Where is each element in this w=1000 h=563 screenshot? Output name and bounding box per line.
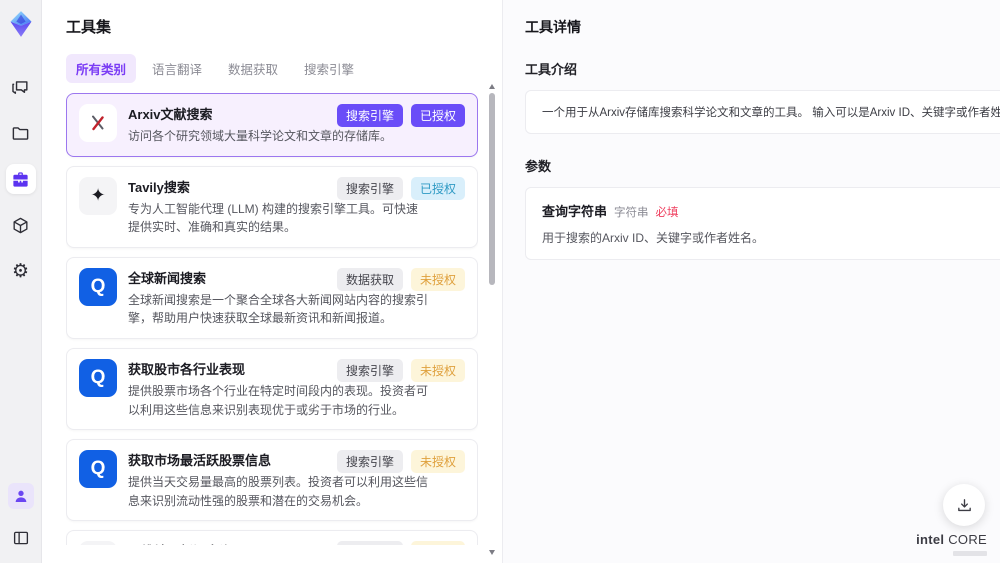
package-icon[interactable] — [6, 210, 36, 240]
param-name: 查询字符串 — [542, 204, 608, 219]
stock-sector-logo-icon: Q — [79, 358, 117, 397]
category-tag: 搜索引擎 — [336, 176, 403, 200]
tool-tags: 搜索引擎 未授权 — [336, 450, 465, 474]
param-description: 用于搜索的Arxiv ID、关键字或作者姓名。 — [542, 231, 765, 245]
news-search-logo-icon: Q — [79, 267, 117, 306]
auth-status-tag: 未授权 — [410, 267, 465, 291]
brand-subtext-bar — [953, 551, 987, 556]
intel-core-logo: intel CORE — [916, 532, 987, 556]
tool-description: 提供当天交易量最高的股票列表。投资者可以利用这些信息来识别流动性强的股票和潜在的… — [128, 475, 429, 508]
auth-status-tag: 未授权 — [410, 541, 465, 545]
tool-tags: 搜索引擎 已授权 — [336, 176, 465, 200]
tool-tags: 搜索引擎 未授权 — [336, 541, 465, 545]
arxiv-logo-icon — [79, 104, 117, 142]
region-news-logo-icon — [79, 541, 117, 545]
tool-details-panel: 工具详情 工具介绍 一个用于从Arxiv存储库搜索科学论文和文章的工具。 输入可… — [502, 0, 1000, 563]
tool-description: 全球新闻搜索是一个聚合全球各大新闻网站内容的搜索引擎，帮助用户快速获取全球最新资… — [128, 292, 429, 326]
app-logo-icon — [7, 10, 35, 38]
tool-card-arxiv[interactable]: Arxiv文献搜索 访问各个研究领域大量科学论文和文章的存储库。 搜索引擎 已授… — [66, 93, 478, 157]
folder-icon[interactable] — [6, 118, 36, 148]
page-title: 工具集 — [66, 19, 112, 36]
collapse-panel-icon[interactable] — [6, 523, 36, 553]
params-heading: 参数 — [525, 159, 552, 174]
category-tag: 搜索引擎 — [336, 541, 403, 545]
chat-icon[interactable] — [6, 72, 36, 102]
tool-list: Arxiv文献搜索 访问各个研究领域大量科学论文和文章的存储库。 搜索引擎 已授… — [66, 93, 478, 545]
tool-tags: 搜索引擎 未授权 — [336, 358, 465, 382]
icon-rail: ⚙ — [0, 0, 42, 563]
tool-card-stock-sectors[interactable]: Q 获取股市各行业表现 提供股票市场各个行业在特定时间段内的表现。投资者可以利用… — [66, 347, 478, 431]
param-type: 字符串 — [614, 207, 649, 219]
scroll-up-arrow[interactable] — [489, 84, 495, 89]
tavily-logo-icon: ✦ — [79, 176, 117, 215]
tab-search-engine[interactable]: 搜索引擎 — [294, 54, 364, 83]
tool-tags: 数据获取 未授权 — [336, 267, 465, 291]
tab-language-translation[interactable]: 语言翻译 — [142, 54, 212, 83]
settings-gear-icon[interactable]: ⚙ — [6, 256, 36, 286]
scrollbar-thumb[interactable] — [489, 93, 495, 285]
app-window: ⚙ 工具集 所有类别 语言翻译 数据获取 搜索引擎 Arxiv文献搜索 访问各个… — [0, 0, 1000, 563]
param-required-badge: 必填 — [655, 207, 679, 219]
toolbox-icon[interactable] — [5, 164, 36, 194]
list-scrollbar[interactable] — [488, 84, 496, 555]
tool-description: 提供股票市场各个行业在特定时间段内的表现。投资者可以利用这些信息来识别表现优于或… — [128, 383, 429, 417]
category-tag: 搜索引擎 — [336, 450, 403, 474]
scroll-down-arrow[interactable] — [489, 550, 495, 555]
intro-text: 一个用于从Arxiv存储库搜索科学论文和文章的工具。 输入可以是Arxiv ID… — [542, 107, 1000, 119]
details-title: 工具详情 — [525, 19, 581, 35]
auth-status-tag: 已授权 — [410, 104, 465, 127]
category-tag: 搜索引擎 — [336, 104, 403, 127]
brand-core-text: CORE — [948, 532, 987, 547]
download-button[interactable] — [943, 484, 985, 526]
category-tag: 搜索引擎 — [336, 358, 403, 382]
param-card: 查询字符串 字符串 必填 用于搜索的Arxiv ID、关键字或作者姓名。 — [525, 187, 1000, 260]
auth-status-tag: 未授权 — [410, 358, 465, 382]
intro-heading: 工具介绍 — [525, 62, 578, 77]
tool-description: 访问各个研究领域大量科学论文和文章的存储库。 — [128, 129, 393, 143]
auth-status-tag: 未授权 — [410, 450, 465, 474]
category-tag: 数据获取 — [336, 267, 403, 291]
tab-data-fetch[interactable]: 数据获取 — [218, 54, 288, 83]
tool-card-global-news[interactable]: Q 全球新闻搜索 全球新闻搜索是一个聚合全球各大新闻网站内容的搜索引擎，帮助用户… — [66, 256, 478, 339]
tool-card-active-stocks[interactable]: Q 获取市场最活跃股票信息 提供当天交易量最高的股票列表。投资者可以利用这些信息… — [66, 439, 478, 522]
tool-tags: 搜索引擎 已授权 — [336, 104, 465, 127]
tab-all-categories[interactable]: 所有类别 — [66, 54, 137, 83]
rail-nav: ⚙ — [5, 72, 36, 286]
active-stocks-logo-icon: Q — [79, 450, 117, 489]
intro-card: 一个用于从Arxiv存储库搜索科学论文和文章的工具。 输入可以是Arxiv ID… — [525, 90, 1000, 134]
user-avatar-icon[interactable] — [7, 483, 34, 509]
tool-description: 专为人工智能代理 (LLM) 构建的搜索引擎工具。可快速提供实时、准确和真实的结… — [128, 201, 419, 235]
tool-card-tavily[interactable]: ✦ Tavily搜索 专为人工智能代理 (LLM) 构建的搜索引擎工具。可快速提… — [66, 165, 478, 248]
category-tabs: 所有类别 语言翻译 数据获取 搜索引擎 — [66, 54, 502, 83]
brand-intel-text: intel — [916, 532, 945, 547]
auth-status-tag: 已授权 — [410, 176, 465, 200]
tool-list-panel: 工具集 所有类别 语言翻译 数据获取 搜索引擎 Arxiv文献搜索 访问各个研究… — [42, 0, 502, 563]
tool-card-region-news[interactable]: 万维地区新闻查询 查询具体行政区划内的新闻，快速了解各地新闻动 搜索引擎 未授权 — [66, 530, 478, 545]
